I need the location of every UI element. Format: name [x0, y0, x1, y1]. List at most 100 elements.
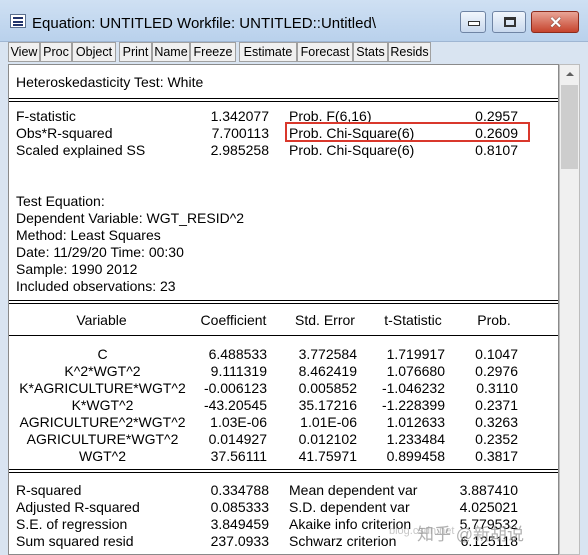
minimize-icon: [469, 22, 479, 25]
coef-std-error: 8.462419: [298, 363, 357, 379]
sample: Sample: 1990 2012: [16, 261, 138, 277]
summary-label-left: R-squared: [16, 482, 82, 498]
header-std-error: Std. Error: [295, 312, 355, 328]
coef-t-statistic: 1.233484: [386, 431, 445, 447]
scroll-thumb[interactable]: [561, 85, 578, 169]
coef-prob: 0.2352: [475, 431, 518, 447]
header-t-statistic: t-Statistic: [384, 312, 442, 328]
coef-prob: 0.2976: [475, 363, 518, 379]
coef-t-statistic: 0.899458: [386, 448, 445, 464]
divider: [9, 303, 558, 304]
proc-button[interactable]: Proc: [40, 42, 72, 62]
coef-value: 6.488533: [208, 346, 267, 362]
summary-value-left: 0.085333: [210, 499, 269, 515]
stat-prob: 0.8107: [475, 142, 518, 158]
stat-label: F-statistic: [16, 108, 76, 124]
coef-std-error: 41.75971: [298, 448, 357, 464]
coef-prob: 0.1047: [475, 346, 518, 362]
stats-button[interactable]: Stats: [353, 42, 388, 62]
coef-prob: 0.3817: [475, 448, 518, 464]
coef-t-statistic: 1.012633: [386, 414, 445, 430]
coef-t-statistic: 1.076680: [386, 363, 445, 379]
stat-prob-label: Prob. Chi-Square(6): [289, 142, 415, 158]
divider: [9, 98, 558, 99]
stat-value: 7.700113: [211, 125, 269, 141]
header-prob: Prob.: [477, 312, 511, 328]
forecast-button[interactable]: Forecast: [297, 42, 353, 62]
summary-label-left: Adjusted R-squared: [16, 499, 140, 515]
coef-t-statistic: -1.046232: [381, 380, 445, 396]
coef-variable: K^2*WGT^2: [64, 363, 141, 379]
view-button[interactable]: View: [8, 42, 40, 62]
test-equation-title: Test Equation:: [16, 193, 105, 209]
summary-label-left: Sum squared resid: [16, 533, 134, 549]
coef-std-error: 35.17216: [298, 397, 357, 413]
highlight-box: [285, 122, 530, 142]
header-coefficient: Coefficient: [200, 312, 267, 328]
coef-variable: WGT^2: [78, 448, 126, 464]
coef-value: 0.014927: [208, 431, 267, 447]
coef-value: -43.20545: [203, 397, 267, 413]
coef-variable: K*AGRICULTURE*WGT^2: [19, 380, 186, 396]
summary-label-right: S.D. dependent var: [289, 499, 410, 515]
maximize-button[interactable]: [492, 11, 526, 33]
summary-value-right: 3.887410: [459, 482, 518, 498]
minimize-button[interactable]: [460, 11, 486, 33]
summary-label-left: S.E. of regression: [16, 516, 128, 532]
equation-toolbar: View Proc Object Print Name Freeze Estim…: [8, 42, 580, 62]
divider: [9, 300, 558, 301]
coef-t-statistic: 1.719917: [386, 346, 445, 362]
included-observations: Included observations: 23: [16, 278, 176, 294]
estimate-button[interactable]: Estimate: [239, 42, 297, 62]
close-button[interactable]: ✕: [531, 11, 579, 33]
coef-std-error: 1.01E-06: [300, 414, 357, 430]
divider: [9, 469, 558, 470]
coef-value: 9.111319: [210, 363, 267, 379]
summary-label-right: Schwarz criterion: [289, 533, 397, 549]
coef-prob: 0.3110: [476, 380, 518, 396]
summary-value-right: 4.025021: [459, 499, 518, 515]
object-button[interactable]: Object: [72, 42, 116, 62]
header-variable: Variable: [76, 312, 127, 328]
stat-label: Scaled explained SS: [16, 142, 146, 158]
name-button[interactable]: Name: [152, 42, 190, 62]
coef-value: 37.56111: [210, 448, 267, 464]
maximize-icon: [504, 17, 516, 27]
coef-prob: 0.3263: [475, 414, 518, 430]
summary-value-left: 0.334788: [210, 482, 269, 498]
vertical-scrollbar[interactable]: [559, 64, 580, 555]
equation-window-icon: [10, 14, 26, 28]
summary-value-left: 237.0933: [210, 533, 269, 549]
arrow-up-icon: [565, 72, 574, 76]
resids-button[interactable]: Resids: [388, 42, 431, 62]
coef-prob: 0.2371: [475, 397, 518, 413]
scroll-up-button[interactable]: [560, 65, 579, 83]
divider: [9, 472, 558, 473]
coef-value: 1.03E-06: [210, 414, 267, 430]
method: Method: Least Squares: [16, 227, 161, 243]
summary-label-right: Mean dependent var: [289, 482, 418, 498]
watermark: 知乎 @新胡说: [417, 525, 524, 544]
coef-variable: AGRICULTURE^2*WGT^2: [19, 414, 186, 430]
coef-variable: C: [97, 346, 108, 362]
coef-std-error: 3.772584: [298, 346, 357, 362]
divider: [9, 101, 558, 102]
coef-variable: K*WGT^2: [71, 397, 134, 413]
date-time: Date: 11/29/20 Time: 00:30: [16, 244, 184, 260]
title-bar[interactable]: Equation: UNTITLED Workfile: UNTITLED::U…: [0, 0, 588, 42]
coef-variable: AGRICULTURE*WGT^2: [26, 431, 179, 447]
print-button[interactable]: Print: [119, 42, 152, 62]
output-pane[interactable]: Heteroskedasticity Test: White F-statist…: [8, 64, 559, 555]
freeze-button[interactable]: Freeze: [190, 42, 236, 62]
divider: [9, 335, 558, 336]
stat-value: 2.985258: [210, 142, 269, 158]
stat-label: Obs*R-squared: [16, 125, 113, 141]
coef-value: -0.006123: [203, 380, 267, 396]
coef-std-error: 0.005852: [298, 380, 357, 396]
window-title: Equation: UNTITLED Workfile: UNTITLED::U…: [32, 15, 376, 32]
close-icon: ✕: [549, 15, 563, 32]
summary-value-left: 3.849459: [210, 516, 269, 532]
coef-t-statistic: -1.228399: [381, 397, 445, 413]
stat-value: 1.342077: [210, 108, 269, 124]
test-heading: Heteroskedasticity Test: White: [16, 74, 204, 90]
